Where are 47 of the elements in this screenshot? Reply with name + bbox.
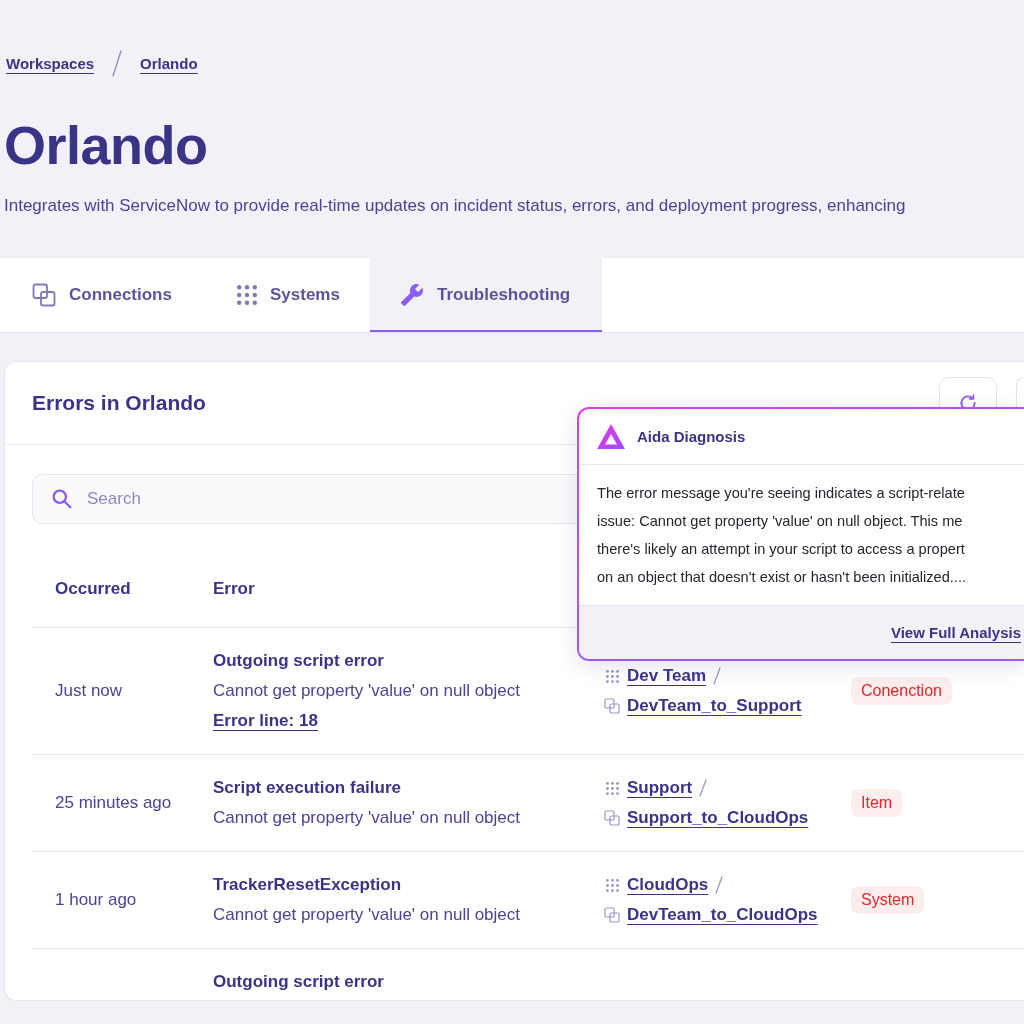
slash-icon (112, 50, 123, 77)
dot-grid-icon (237, 285, 257, 305)
overlapping-squares-icon (604, 810, 620, 826)
error-line-link[interactable]: Error line: 18 (213, 706, 318, 736)
overlapping-squares-icon (32, 283, 56, 307)
slash-icon (699, 779, 708, 797)
column-header: Error (213, 578, 255, 600)
tab[interactable]: Troubleshooting (370, 258, 602, 332)
slash-icon (713, 667, 722, 685)
connection-link[interactable]: Support_to_CloudOps (627, 803, 809, 833)
popup-title: Aida Diagnosis (637, 428, 746, 445)
page-description: Integrates with ServiceNow to provide real-time updates on incident status, errors, and deployment progress, enhancing (4, 195, 906, 217)
error-message: Cannot get property 'value' on null object (213, 680, 521, 702)
connection-link[interactable]: DevTeam_to_Support (627, 691, 802, 721)
tab[interactable]: Systems (205, 258, 370, 332)
dot-grid-icon (605, 878, 619, 892)
page-title: Orlando (4, 114, 208, 176)
dot-grid-icon (605, 781, 619, 795)
breadcrumb-link[interactable]: Orlando (140, 53, 198, 74)
label-tag: System (851, 886, 925, 914)
occurred-time: Just now (55, 680, 123, 702)
system-link[interactable]: CloudOps (627, 870, 709, 900)
overlapping-squares-icon (604, 698, 620, 714)
label-tag: Item (851, 789, 903, 817)
error-message: Cannot get property 'value' on null object (213, 807, 521, 829)
search-icon (51, 488, 72, 509)
card-title: Errors in Orlando (32, 391, 206, 415)
triangle-logo-icon (597, 424, 625, 449)
dot-grid-icon (605, 669, 619, 683)
wrench-icon (400, 283, 424, 307)
error-title: TrackerResetException (213, 874, 402, 896)
connection-link[interactable]: DevTeam_to_CloudOps (627, 900, 818, 930)
column-header: Occurred (55, 578, 131, 600)
label-tag: Conenction (851, 677, 952, 705)
occurred-time: 25 minutes ago (55, 792, 172, 814)
slash-icon (715, 876, 724, 894)
error-title: Outgoing script error (213, 971, 384, 993)
error-title: Script execution failure (213, 777, 401, 799)
overlapping-squares-icon (604, 907, 620, 923)
breadcrumb-link[interactable]: Workspaces (6, 53, 95, 74)
tab[interactable]: Connections (0, 258, 205, 332)
error-title: Outgoing script error (213, 650, 384, 672)
occurred-time: 1 hour ago (55, 889, 137, 911)
view-analysis-link[interactable]: View Full Analysis (890, 624, 1021, 641)
error-message: Cannot get property 'value' on null object (213, 904, 521, 926)
system-link[interactable]: Dev Team (627, 661, 707, 691)
system-link[interactable]: Support (627, 773, 693, 803)
